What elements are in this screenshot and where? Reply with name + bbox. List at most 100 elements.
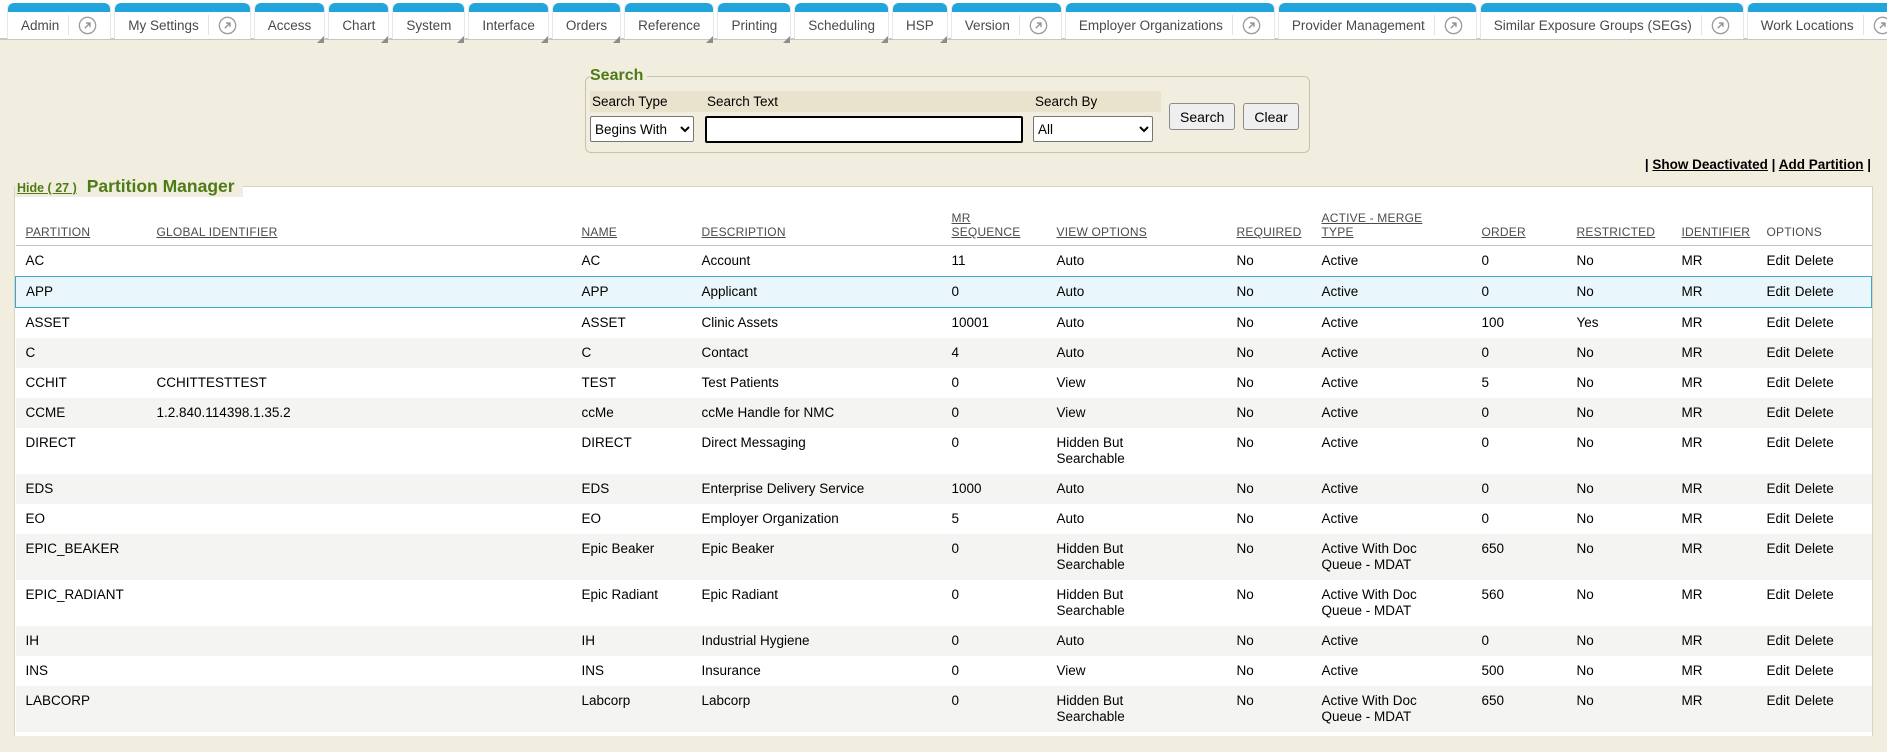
delete-link[interactable]: Delete — [1795, 541, 1834, 556]
edit-link[interactable]: Edit — [1767, 375, 1790, 390]
menu-corner-icon — [783, 36, 790, 43]
cell-identifier: MR — [1672, 686, 1757, 732]
table-row-app[interactable]: APPAPPApplicant0AutoNoActive0NoMREditDel… — [16, 277, 1872, 308]
nav-tab-chart[interactable]: Chart — [329, 3, 388, 39]
delete-link[interactable]: Delete — [1795, 663, 1834, 678]
show-deactivated-link[interactable]: Show Deactivated — [1652, 157, 1768, 172]
search-by-select[interactable]: All — [1033, 116, 1153, 142]
table-row-cchit[interactable]: CCHITCCHITTESTTESTTESTTest Patients0View… — [16, 368, 1872, 398]
edit-link[interactable]: Edit — [1767, 587, 1790, 602]
nav-tab-work-locations[interactable]: Work Locations — [1748, 3, 1887, 39]
edit-link[interactable]: Edit — [1767, 405, 1790, 420]
edit-link[interactable]: Edit — [1767, 663, 1790, 678]
delete-link[interactable]: Delete — [1795, 405, 1834, 420]
edit-link[interactable]: Edit — [1767, 315, 1790, 330]
delete-link[interactable]: Delete — [1795, 481, 1834, 496]
hide-count-link[interactable]: Hide ( 27 ) — [17, 181, 77, 195]
nav-tab-hsp[interactable]: HSP — [893, 3, 947, 39]
cell-active-merge-type: Active — [1312, 368, 1472, 398]
search-text-input[interactable] — [705, 116, 1023, 143]
column-header-required[interactable]: REQUIRED — [1227, 197, 1312, 246]
cell-restricted: No — [1567, 368, 1672, 398]
table-row-ins[interactable]: INSINSInsurance0ViewNoActive500NoMREditD… — [16, 656, 1872, 686]
edit-link[interactable]: Edit — [1767, 435, 1790, 450]
delete-link[interactable]: Delete — [1795, 345, 1834, 360]
nav-tab-printing[interactable]: Printing — [718, 3, 790, 39]
edit-link[interactable]: Edit — [1767, 633, 1790, 648]
delete-link[interactable]: Delete — [1795, 253, 1834, 268]
table-row-c[interactable]: CCContact4AutoNoActive0NoMREditDelete — [16, 338, 1872, 368]
table-row-epic_radiant[interactable]: EPIC_RADIANTEpic RadiantEpic Radiant0Hid… — [16, 580, 1872, 626]
tab-label: Reference — [638, 18, 700, 33]
column-header-identifier[interactable]: IDENTIFIER — [1672, 197, 1757, 246]
table-row-asset[interactable]: ASSETASSETClinic Assets10001AutoNoActive… — [16, 308, 1872, 339]
tab-divider — [208, 15, 209, 35]
nav-tab-employer-organizations[interactable]: Employer Organizations — [1066, 3, 1274, 39]
delete-link[interactable]: Delete — [1795, 375, 1834, 390]
delete-link[interactable]: Delete — [1795, 633, 1834, 648]
delete-link[interactable]: Delete — [1795, 315, 1834, 330]
cell-identifier: MR — [1672, 277, 1757, 308]
table-row-ih[interactable]: IHIHIndustrial Hygiene0AutoNoActive0NoMR… — [16, 626, 1872, 656]
nav-tab-admin[interactable]: Admin — [8, 3, 110, 39]
delete-link[interactable]: Delete — [1795, 511, 1834, 526]
edit-link[interactable]: Edit — [1767, 541, 1790, 556]
nav-tab-my-settings[interactable]: My Settings — [115, 3, 250, 39]
column-header-name[interactable]: NAME — [572, 197, 692, 246]
search-button[interactable]: Search — [1169, 103, 1235, 130]
tab-accent-bar — [329, 3, 388, 12]
column-header-restricted[interactable]: RESTRICTED — [1567, 197, 1672, 246]
column-header-description[interactable]: DESCRIPTION — [692, 197, 942, 246]
table-row-eo[interactable]: EOEOEmployer Organization5AutoNoActive0N… — [16, 504, 1872, 534]
cell-name: ASSET — [572, 308, 692, 339]
cell-order: 0 — [1472, 474, 1567, 504]
cell-description: Epic Beaker — [692, 534, 942, 580]
edit-link[interactable]: Edit — [1767, 284, 1790, 299]
delete-link[interactable]: Delete — [1795, 435, 1834, 450]
table-row-ccme[interactable]: CCME1.2.840.114398.1.35.2ccMeccMe Handle… — [16, 398, 1872, 428]
edit-link[interactable]: Edit — [1767, 511, 1790, 526]
cell-description: Epic Radiant — [692, 580, 942, 626]
edit-link[interactable]: Edit — [1767, 345, 1790, 360]
column-header-global-identifier[interactable]: GLOBAL IDENTIFIER — [147, 197, 572, 246]
tab-accent-bar — [625, 3, 713, 12]
column-header-partition[interactable]: PARTITION — [16, 197, 147, 246]
add-partition-link[interactable]: Add Partition — [1779, 157, 1864, 172]
column-header-order[interactable]: ORDER — [1472, 197, 1567, 246]
cell-partition: EO — [16, 504, 147, 534]
edit-link[interactable]: Edit — [1767, 481, 1790, 496]
table-row-epic_beaker[interactable]: EPIC_BEAKEREpic BeakerEpic Beaker0Hidden… — [16, 534, 1872, 580]
cell-global-identifier — [147, 246, 572, 277]
column-header-options: OPTIONS — [1757, 197, 1872, 246]
edit-link[interactable]: Edit — [1767, 693, 1790, 708]
tab-label: Scheduling — [808, 18, 875, 33]
column-header-view-options[interactable]: VIEW OPTIONS — [1047, 197, 1227, 246]
search-type-select[interactable]: Begins With — [590, 116, 694, 142]
nav-tab-system[interactable]: System — [393, 3, 464, 39]
tab-label: Access — [268, 18, 312, 33]
nav-tab-reference[interactable]: Reference — [625, 3, 713, 39]
delete-link[interactable]: Delete — [1795, 284, 1834, 299]
nav-tab-similar-exposure-groups-segs[interactable]: Similar Exposure Groups (SEGs) — [1481, 3, 1743, 39]
cell-global-identifier — [147, 580, 572, 626]
nav-tab-access[interactable]: Access — [255, 3, 325, 39]
nav-tab-scheduling[interactable]: Scheduling — [795, 3, 888, 39]
nav-tab-interface[interactable]: Interface — [469, 3, 548, 39]
external-link-icon — [1873, 16, 1887, 35]
table-row-ac[interactable]: ACACAccount11AutoNoActive0NoMREditDelete — [16, 246, 1872, 277]
column-header-active-merge-type[interactable]: ACTIVE - MERGE TYPE — [1312, 197, 1472, 246]
edit-link[interactable]: Edit — [1767, 253, 1790, 268]
delete-link[interactable]: Delete — [1795, 587, 1834, 602]
cell-active-merge-type: Active — [1312, 338, 1472, 368]
nav-tab-orders[interactable]: Orders — [553, 3, 620, 39]
delete-link[interactable]: Delete — [1795, 693, 1834, 708]
table-row-direct[interactable]: DIRECTDIRECTDirect Messaging0Hidden But … — [16, 428, 1872, 474]
cell-required: No — [1227, 246, 1312, 277]
table-row-eds[interactable]: EDSEDSEnterprise Delivery Service1000Aut… — [16, 474, 1872, 504]
clear-button[interactable]: Clear — [1243, 103, 1298, 130]
column-header-mr-sequence[interactable]: MR SEQUENCE — [942, 197, 1047, 246]
nav-tab-version[interactable]: Version — [952, 3, 1061, 39]
nav-tab-provider-management[interactable]: Provider Management — [1279, 3, 1476, 39]
table-row-labcorp[interactable]: LABCORPLabcorpLabcorp0Hidden But Searcha… — [16, 686, 1872, 732]
cell-view-options: Auto — [1047, 308, 1227, 339]
